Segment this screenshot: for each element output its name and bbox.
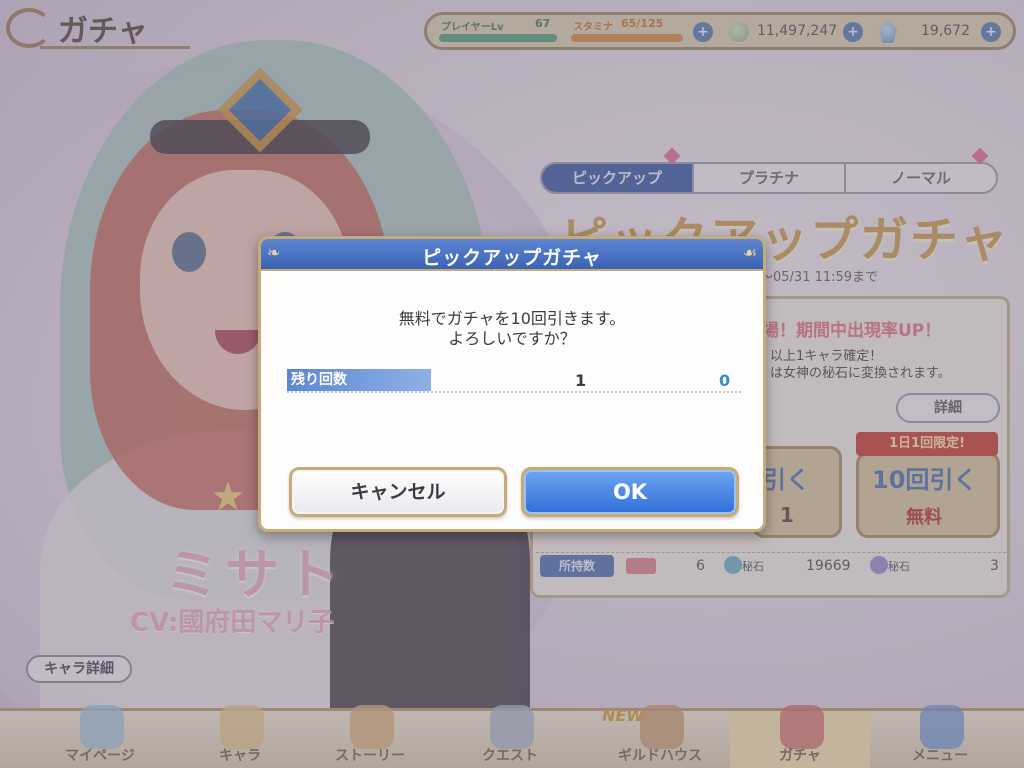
ok-button[interactable]: OK	[521, 467, 739, 517]
confirm-dialog: ❧ ピックアップガチャ ☙ 無料でガチャを10回引きます。 よろしいですか？ 残…	[258, 236, 766, 532]
remaining-before: 1	[575, 371, 587, 390]
ornament-right-icon: ☙	[742, 243, 757, 262]
dialog-message-line2: よろしいですか？	[448, 329, 576, 348]
remaining-label: 残り回数	[287, 369, 431, 391]
remaining-count-row: 残り回数 1 0	[287, 367, 741, 393]
dialog-header: ❧ ピックアップガチャ ☙	[261, 239, 763, 271]
remaining-after: 0	[719, 371, 731, 390]
cancel-button[interactable]: キャンセル	[289, 467, 507, 517]
dialog-title: ピックアップガチャ	[422, 247, 602, 269]
